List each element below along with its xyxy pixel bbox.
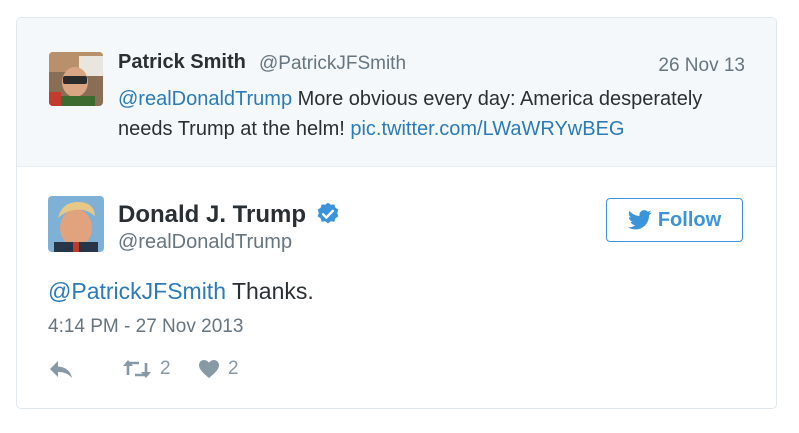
parent-mention-link[interactable]: @realDonaldTrump <box>118 88 292 110</box>
parent-media-link[interactable]: pic.twitter.com/LWaWRYwBEG <box>350 118 624 140</box>
main-author-handle[interactable]: @realDonaldTrump <box>118 231 292 254</box>
like-button[interactable]: 2 <box>198 358 239 380</box>
main-tweet-text: @PatrickJFSmith Thanks. <box>48 278 314 305</box>
follow-button-label: Follow <box>657 208 722 231</box>
follow-button[interactable]: Follow <box>606 198 743 242</box>
parent-avatar[interactable] <box>49 52 103 106</box>
main-author-name[interactable]: Donald J. Trump <box>118 201 306 229</box>
tweet-actions: 2 2 <box>48 358 448 386</box>
parent-tweet-date[interactable]: 26 Nov 13 <box>658 55 745 77</box>
heart-icon <box>199 360 219 378</box>
retweet-button[interactable]: 2 <box>122 358 171 380</box>
reply-button[interactable] <box>48 358 74 380</box>
main-avatar[interactable] <box>48 196 104 252</box>
like-count: 2 <box>228 358 239 379</box>
verified-badge-icon <box>315 201 341 227</box>
reply-icon <box>50 361 72 378</box>
twitter-bird-icon <box>627 210 652 230</box>
retweet-icon <box>123 360 151 378</box>
embedded-tweet-card: Patrick Smith @PatrickJFSmith 26 Nov 13 … <box>16 17 777 409</box>
parent-author-name[interactable]: Patrick Smith <box>118 51 246 74</box>
main-mention-link[interactable]: @PatrickJFSmith <box>48 278 226 304</box>
parent-author-handle[interactable]: @PatrickJFSmith <box>259 53 406 75</box>
main-tweet-body: Thanks. <box>225 278 314 304</box>
parent-tweet-text: @realDonaldTrump More obvious every day:… <box>118 84 748 144</box>
tweet-timestamp[interactable]: 4:14 PM - 27 Nov 2013 <box>48 316 243 338</box>
parent-tweet[interactable]: Patrick Smith @PatrickJFSmith 26 Nov 13 … <box>17 18 776 167</box>
retweet-count: 2 <box>160 358 171 379</box>
